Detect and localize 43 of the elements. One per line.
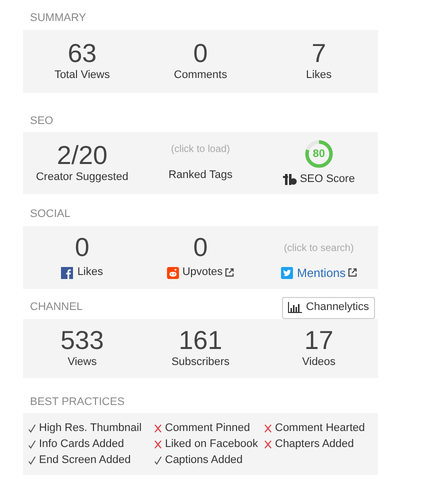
section-heading: SUMMARY xyxy=(29,11,88,26)
practice-label: Info Cards Added xyxy=(39,436,124,452)
stat-label: Likes xyxy=(306,68,332,83)
practice-label: High Res. Thumbnail xyxy=(39,420,142,436)
stat-value: 0 xyxy=(193,233,208,262)
logo-icon xyxy=(282,174,297,184)
practice-label: Comment Pinned xyxy=(165,420,250,436)
stat-value: 7 xyxy=(312,38,326,67)
stat-label: Ranked Tags xyxy=(168,168,232,184)
stat-value: 63 xyxy=(68,38,97,67)
stat-label: Total Views xyxy=(54,68,110,83)
bar-chart-icon xyxy=(288,302,302,313)
stat-value: 533 xyxy=(60,326,104,354)
stat-label: Upvotes xyxy=(182,265,223,280)
stat-label: Subscribers xyxy=(171,354,230,370)
practice-label: Comment Hearted xyxy=(275,420,365,436)
stat-label: Views xyxy=(68,354,97,370)
channelytics-button[interactable]: Channelytics xyxy=(282,296,375,318)
practice-label: End Screen Added xyxy=(39,452,131,468)
stat-value: 0 xyxy=(74,233,90,262)
stat-value: 17 xyxy=(304,326,334,354)
seo-score-value: 80 xyxy=(312,146,326,162)
stat-value: 2/20 xyxy=(56,140,108,169)
section-heading: BEST PRACTICES xyxy=(29,394,126,410)
section-heading: CHANNEL xyxy=(29,300,83,315)
section-heading: SOCIAL xyxy=(29,207,72,222)
external-link-icon xyxy=(224,268,234,277)
stat-value: 161 xyxy=(178,326,222,354)
stat-label: SEO Score xyxy=(300,172,355,187)
reddit-icon xyxy=(167,266,180,278)
twitter-icon xyxy=(280,266,293,278)
practice-label: Chapters Added xyxy=(275,436,354,452)
stat-label: Likes xyxy=(77,265,103,280)
mentions-link[interactable]: Mentions xyxy=(296,264,346,282)
external-link-icon xyxy=(348,268,357,277)
stat-label: Comments xyxy=(174,68,228,83)
stat-label: Videos xyxy=(302,354,336,370)
practice-label: Liked on Facebook xyxy=(165,436,258,452)
stat-value: 0 xyxy=(193,38,208,67)
practice-label: Captions Added xyxy=(165,452,243,468)
facebook-icon xyxy=(61,266,74,278)
section-heading: SEO xyxy=(29,114,54,128)
stat-label: Creator Suggested xyxy=(36,170,128,185)
